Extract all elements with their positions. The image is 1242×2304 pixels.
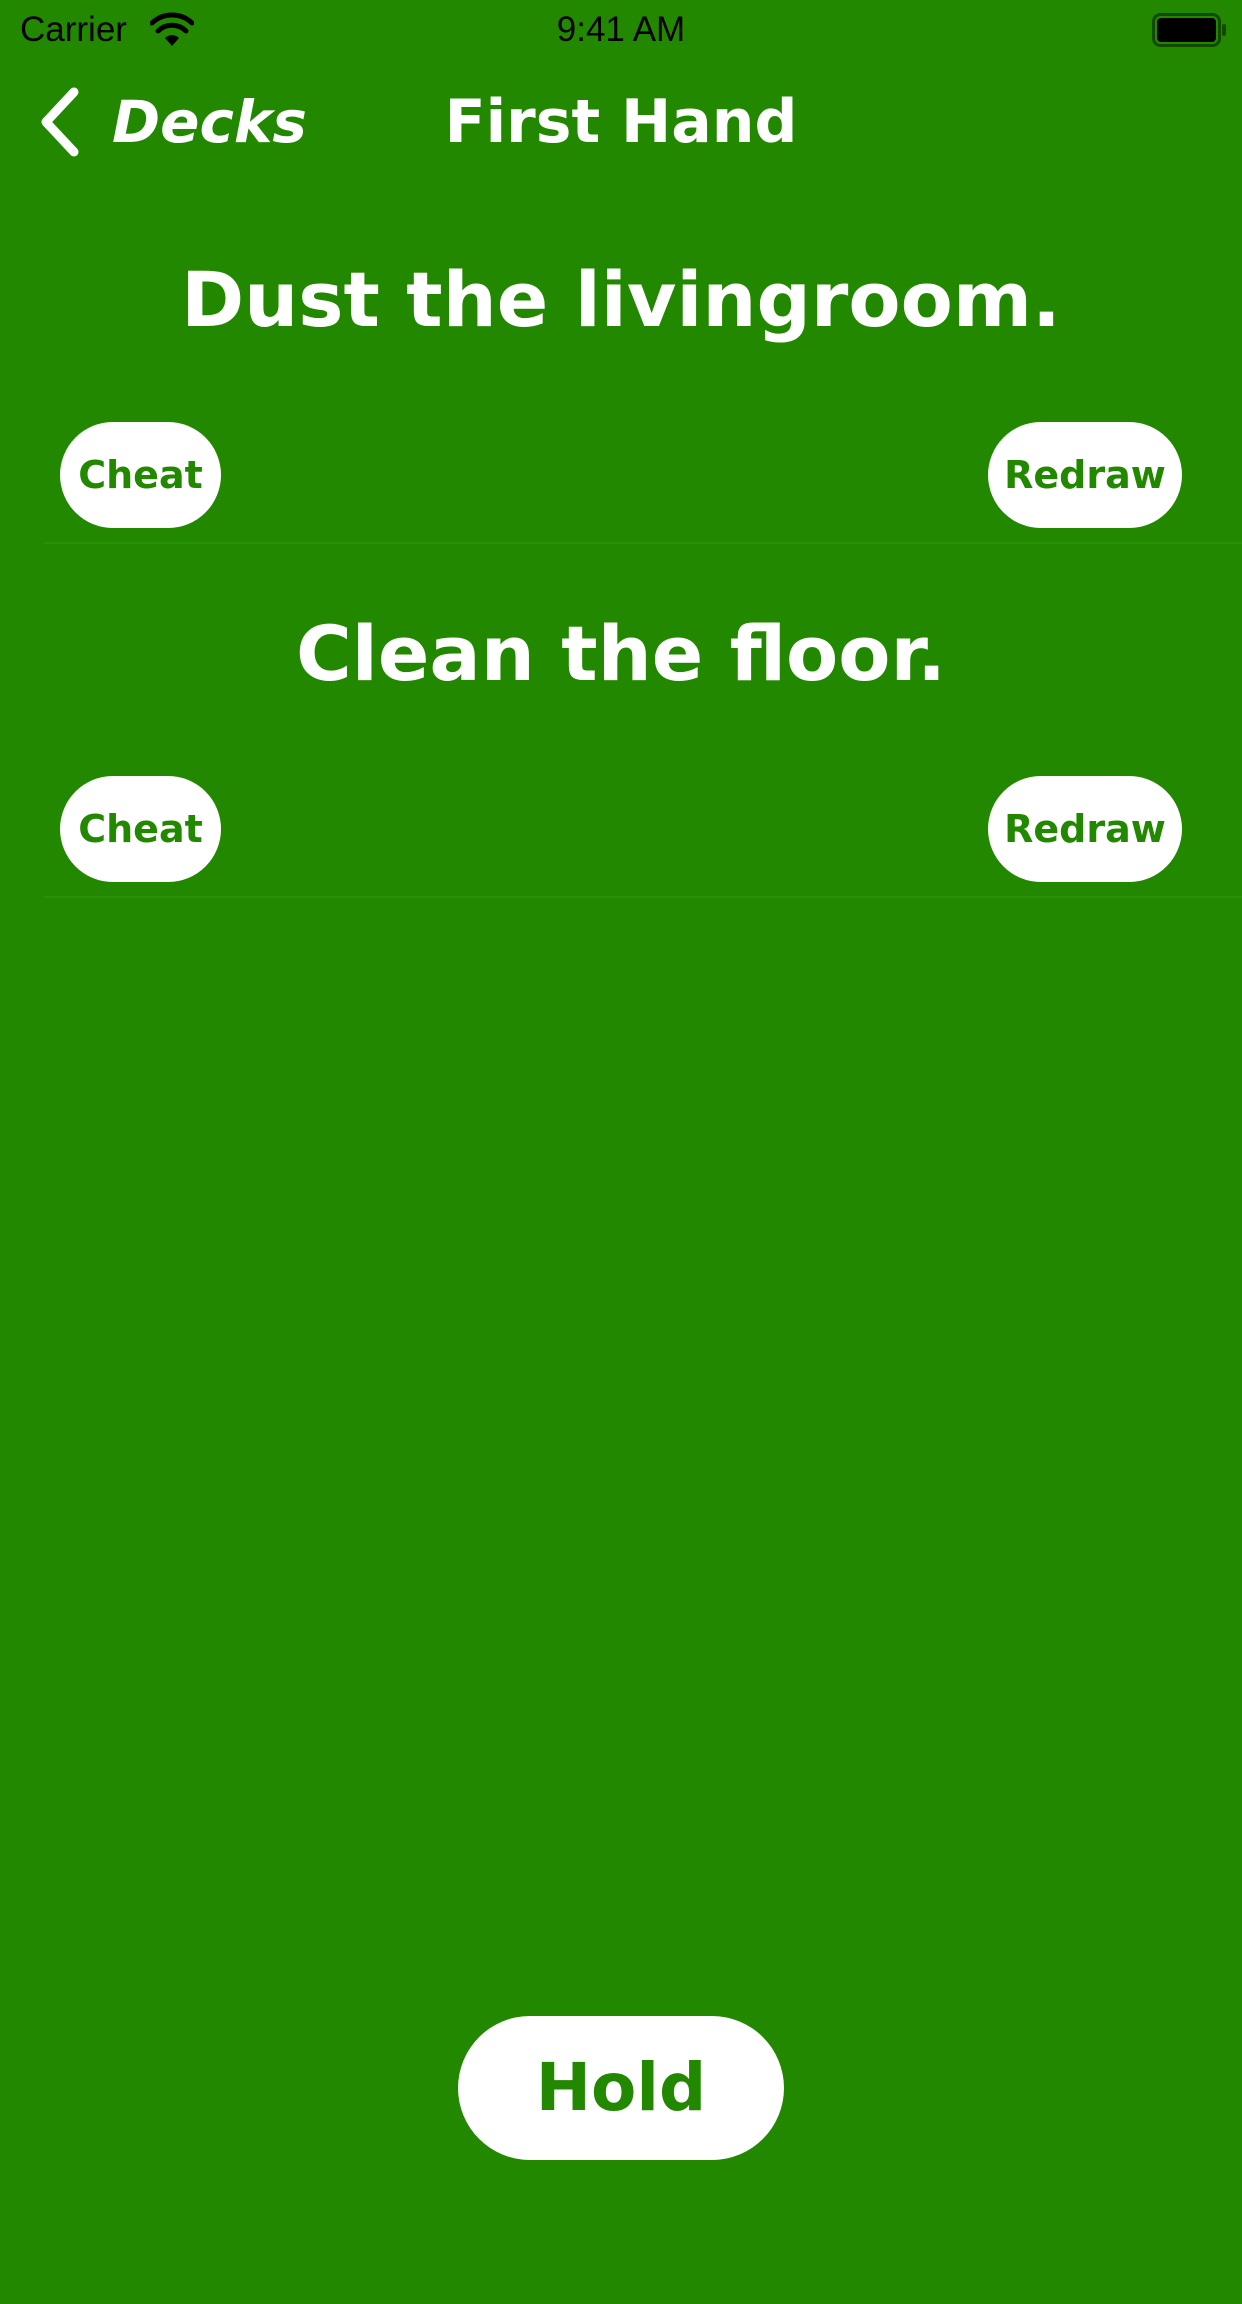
cheat-button[interactable]: Cheat xyxy=(60,776,221,882)
back-button[interactable]: Decks xyxy=(30,74,307,170)
status-bar: Carrier 9:41 AM xyxy=(0,0,1242,60)
navigation-bar: Decks First Hand xyxy=(0,60,1242,180)
chevron-left-icon xyxy=(30,74,90,170)
cheat-button[interactable]: Cheat xyxy=(60,422,221,528)
battery-icon xyxy=(1152,13,1228,47)
redraw-button[interactable]: Redraw xyxy=(988,422,1182,528)
task-text: Clean the floor. xyxy=(296,609,946,698)
task-row: Dust the livingroom. Cheat Redraw xyxy=(0,190,1242,544)
hold-em-button[interactable]: Hold 'em! xyxy=(458,2016,784,2270)
status-time: 9:41 AM xyxy=(556,10,686,49)
task-text: Dust the livingroom. xyxy=(181,255,1061,344)
page-title: First Hand xyxy=(444,87,798,157)
wifi-icon xyxy=(149,12,195,48)
back-label: Decks xyxy=(112,88,307,156)
task-row: Clean the floor. Cheat Redraw xyxy=(0,544,1242,898)
redraw-button[interactable]: Redraw xyxy=(988,776,1182,882)
carrier-label: Carrier xyxy=(20,10,127,49)
row-separator xyxy=(44,896,1242,898)
